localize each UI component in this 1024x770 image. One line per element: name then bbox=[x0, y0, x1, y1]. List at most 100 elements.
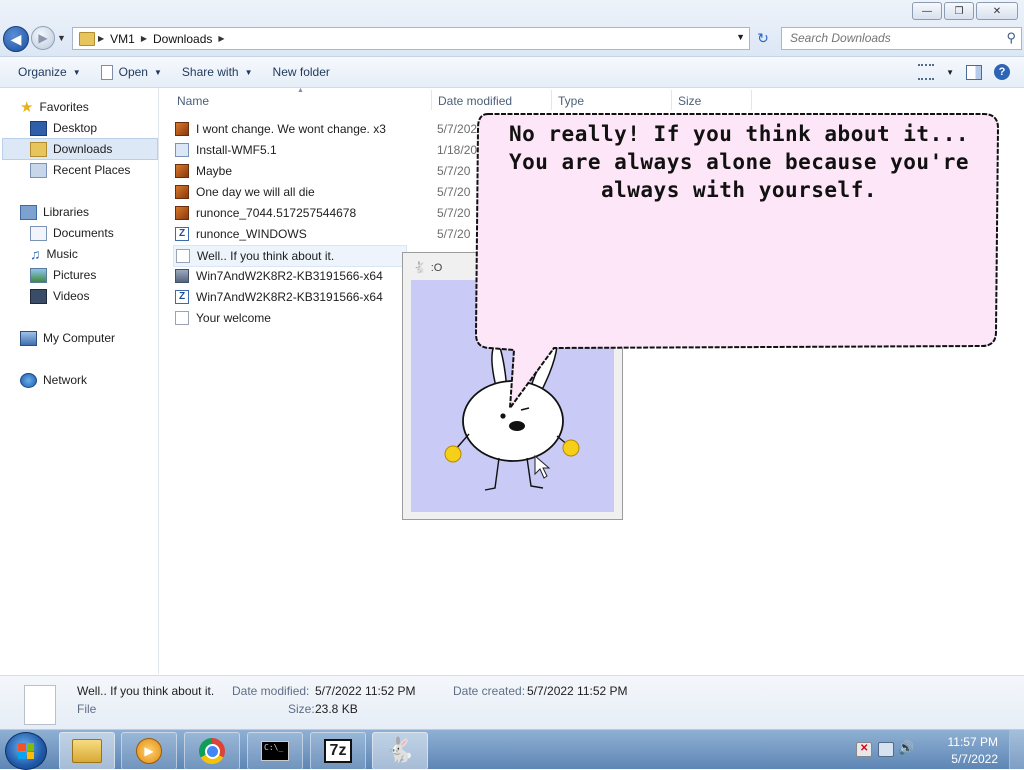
computer-icon bbox=[20, 330, 37, 346]
file-row[interactable]: runonce_7044.517257544678 5/7/20 bbox=[175, 203, 470, 223]
chrome-icon bbox=[199, 738, 225, 764]
nav-label: Desktop bbox=[53, 121, 98, 135]
details-date-modified-label: Date modified: bbox=[232, 684, 310, 698]
taskbar-chrome[interactable] bbox=[184, 732, 240, 770]
column-name[interactable]: Name bbox=[177, 94, 209, 108]
file-row[interactable]: Your welcome bbox=[175, 308, 271, 328]
file-row[interactable]: Win7AndW2K8R2-KB3191566-x64 bbox=[175, 266, 383, 286]
column-divider[interactable] bbox=[671, 90, 672, 110]
search-input[interactable] bbox=[782, 28, 990, 47]
column-divider[interactable] bbox=[431, 90, 432, 110]
media-icon bbox=[175, 164, 189, 178]
network-tray-icon[interactable] bbox=[878, 742, 894, 757]
media-icon bbox=[175, 185, 189, 199]
navigation-pane: ★ Favorites Desktop Downloads Recent Pla… bbox=[0, 88, 159, 674]
file-row[interactable]: Z Win7AndW2K8R2-KB3191566-x64 bbox=[175, 287, 383, 307]
file-row[interactable]: Maybe 5/7/20 bbox=[175, 161, 470, 181]
column-divider[interactable] bbox=[751, 90, 752, 110]
open-label: Open bbox=[118, 65, 148, 79]
document-icon bbox=[176, 249, 190, 263]
taskbar-media-player[interactable]: ▶ bbox=[121, 732, 177, 770]
bunny-icon: 🐇 bbox=[413, 262, 427, 274]
downloads-folder-icon bbox=[30, 141, 47, 157]
nav-libraries[interactable]: Libraries bbox=[20, 202, 176, 222]
back-arrow-icon: ◀ bbox=[10, 30, 22, 47]
details-pane: Well.. If you think about it. File Date … bbox=[0, 675, 1024, 730]
file-row[interactable]: Install-WMF5.1 1/18/20 bbox=[175, 140, 477, 160]
chevron-down-icon[interactable]: ▼ bbox=[946, 68, 954, 77]
nav-favorites[interactable]: ★ Favorites bbox=[20, 97, 176, 117]
clock-date[interactable]: 5/7/2022 bbox=[951, 752, 998, 766]
minimize-button[interactable]: — bbox=[912, 2, 942, 20]
open-button[interactable]: Open ▼ bbox=[91, 57, 172, 87]
organize-label: Organize bbox=[18, 65, 67, 79]
close-button[interactable]: ✕ bbox=[976, 2, 1018, 20]
recent-pages-dropdown[interactable]: ▼ bbox=[57, 33, 66, 43]
image-icon bbox=[175, 269, 189, 283]
refresh-button[interactable]: ↻ bbox=[752, 28, 774, 48]
change-view-icon[interactable] bbox=[918, 64, 935, 80]
share-with-label: Share with bbox=[181, 65, 239, 79]
file-row[interactable]: I wont change. We wont change. x3 5/7/20… bbox=[175, 119, 479, 139]
file-row[interactable]: One day we will all die 5/7/20 bbox=[175, 182, 470, 202]
clock-time[interactable]: 11:57 PM bbox=[948, 735, 998, 749]
details-date-modified: 5/7/2022 11:52 PM bbox=[315, 684, 416, 698]
command-prompt-icon: C:\_ bbox=[261, 741, 289, 761]
search-box[interactable]: ⚲ bbox=[781, 27, 1022, 50]
column-divider[interactable] bbox=[551, 90, 552, 110]
chevron-down-icon: ▼ bbox=[153, 67, 162, 77]
start-button[interactable] bbox=[5, 732, 47, 770]
file-name: Your welcome bbox=[196, 311, 271, 325]
restore-button[interactable]: ❐ bbox=[944, 2, 974, 20]
nav-label: Videos bbox=[53, 289, 90, 303]
breadcrumb-separator-icon[interactable]: ▶ bbox=[141, 34, 147, 43]
7zip-icon: 7z bbox=[324, 739, 352, 763]
videos-icon bbox=[30, 288, 47, 304]
breadcrumb-downloads[interactable]: Downloads bbox=[153, 32, 212, 46]
address-bar[interactable]: ▶ VM1 ▶ Downloads ▶ ▼ bbox=[72, 27, 750, 50]
forward-arrow-icon: ▶ bbox=[38, 31, 48, 45]
taskbar-7zip[interactable]: 7z bbox=[310, 732, 366, 770]
address-dropdown-icon[interactable]: ▼ bbox=[736, 32, 745, 42]
column-date-modified[interactable]: Date modified bbox=[438, 94, 512, 108]
file-name: runonce_7044.517257544678 bbox=[196, 206, 357, 220]
column-size[interactable]: Size bbox=[678, 94, 701, 108]
file-name: runonce_WINDOWS bbox=[196, 227, 307, 241]
details-date-created-label: Date created: bbox=[453, 684, 526, 698]
recent-places-icon bbox=[30, 162, 47, 178]
nav-label: Documents bbox=[53, 226, 114, 240]
nav-label: Pictures bbox=[53, 268, 97, 282]
nav-my-computer[interactable]: My Computer bbox=[20, 328, 176, 348]
taskbar-explorer[interactable] bbox=[59, 732, 115, 770]
volume-icon[interactable]: 🔊 bbox=[898, 740, 914, 756]
breadcrumb-separator-icon[interactable]: ▶ bbox=[98, 34, 104, 43]
search-icon[interactable]: ⚲ bbox=[1006, 30, 1016, 46]
installer-icon bbox=[175, 143, 189, 157]
breadcrumb-separator-icon[interactable]: ▶ bbox=[218, 34, 224, 43]
show-desktop-button[interactable] bbox=[1009, 730, 1024, 769]
nav-network[interactable]: Network bbox=[20, 370, 176, 390]
forward-button[interactable]: ▶ bbox=[31, 26, 55, 50]
taskbar-command-prompt[interactable]: C:\_ bbox=[247, 732, 303, 770]
nav-label: My Computer bbox=[43, 331, 116, 345]
share-with-button[interactable]: Share with ▼ bbox=[172, 57, 263, 87]
media-icon bbox=[175, 122, 189, 136]
new-folder-button[interactable]: New folder bbox=[263, 57, 340, 87]
windows-logo-icon bbox=[18, 743, 34, 759]
command-bar: Organize ▼ Open ▼ Share with ▼ New folder ▼… bbox=[0, 57, 1024, 88]
documents-icon bbox=[30, 225, 47, 241]
mascot-window-title: 🐇 :O bbox=[413, 261, 442, 275]
breadcrumb-vm1[interactable]: VM1 bbox=[110, 32, 135, 46]
help-icon[interactable]: ? bbox=[994, 64, 1010, 80]
back-button[interactable]: ◀ bbox=[3, 26, 29, 52]
details-file-name: Well.. If you think about it. bbox=[77, 684, 215, 698]
nav-label: Music bbox=[46, 247, 78, 261]
desktop-icon bbox=[30, 120, 47, 136]
preview-pane-icon[interactable] bbox=[966, 64, 982, 80]
file-row[interactable]: Well.. If you think about it. bbox=[173, 245, 407, 267]
nav-downloads[interactable]: Downloads bbox=[2, 138, 158, 160]
taskbar-bunny-app[interactable]: 🐇 bbox=[372, 732, 428, 770]
organize-button[interactable]: Organize ▼ bbox=[0, 57, 91, 87]
column-type[interactable]: Type bbox=[558, 94, 584, 108]
file-row[interactable]: Z runonce_WINDOWS 5/7/20 bbox=[175, 224, 470, 244]
